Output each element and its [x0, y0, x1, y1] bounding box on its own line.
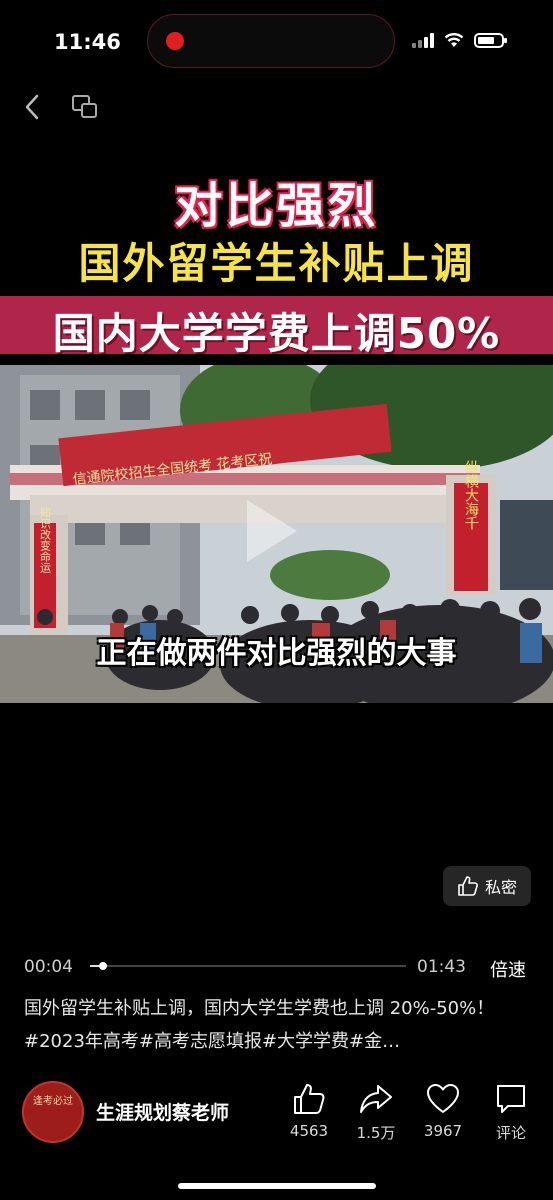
comment-button[interactable]: 评论: [481, 1082, 541, 1143]
chevron-left-icon: [25, 94, 39, 120]
video-title-line1: 对比强烈: [174, 178, 379, 234]
share-icon: [360, 1085, 392, 1113]
author-name[interactable]: 生涯规划蔡老师: [96, 1098, 229, 1125]
signal-icon: [412, 32, 434, 48]
dynamic-island-recording: [147, 14, 395, 68]
favorite-button[interactable]: 3967: [413, 1082, 473, 1140]
video-subtitle: 正在做两件对比强烈的大事: [96, 636, 457, 671]
pip-icon: [72, 95, 97, 118]
status-icons: [412, 32, 507, 48]
heart-icon: [427, 1084, 459, 1113]
recording-dot-icon: [166, 32, 184, 50]
video-title-line3: 国内大学学费上调50%: [52, 309, 501, 358]
speed-button[interactable]: 倍速: [490, 956, 526, 982]
total-time: 01:43: [417, 957, 466, 977]
favorite-count: 3967: [423, 1122, 463, 1140]
home-indicator[interactable]: [178, 1183, 376, 1189]
progress-track[interactable]: [90, 965, 406, 967]
comment-icon: [497, 1085, 525, 1113]
back-button[interactable]: [18, 90, 46, 124]
status-time: 11:46: [54, 30, 121, 54]
avatar-text: 逢考必过: [33, 1096, 73, 1107]
video-description[interactable]: 国外留学生补贴上调，国内大学生学费也上调 20%-50%！#2023年高考#高考…: [24, 992, 530, 1058]
private-button[interactable]: 私密: [443, 866, 531, 906]
progress-knob[interactable]: [99, 962, 107, 970]
wifi-icon: [444, 33, 464, 47]
picture-in-picture-button[interactable]: [70, 93, 100, 121]
play-icon[interactable]: [243, 496, 301, 570]
video-title-line2: 国外留学生补贴上调: [78, 239, 475, 288]
private-label: 私密: [484, 878, 517, 897]
battery-icon: [474, 32, 507, 48]
comment-label: 评论: [495, 1124, 526, 1142]
like-count: 4563: [289, 1122, 329, 1140]
current-time: 00:04: [24, 957, 73, 977]
left-pillar-text: 知识改变命运: [39, 506, 52, 573]
like-button[interactable]: 4563: [279, 1082, 339, 1140]
like-icon: [294, 1084, 325, 1114]
thumb-up-icon: [458, 876, 478, 896]
right-pillar-text: 纵横大海千: [463, 460, 479, 530]
author-avatar[interactable]: 逢考必过: [22, 1081, 84, 1143]
share-button[interactable]: 1.5万: [346, 1082, 406, 1143]
share-count: 1.5万: [356, 1124, 396, 1142]
